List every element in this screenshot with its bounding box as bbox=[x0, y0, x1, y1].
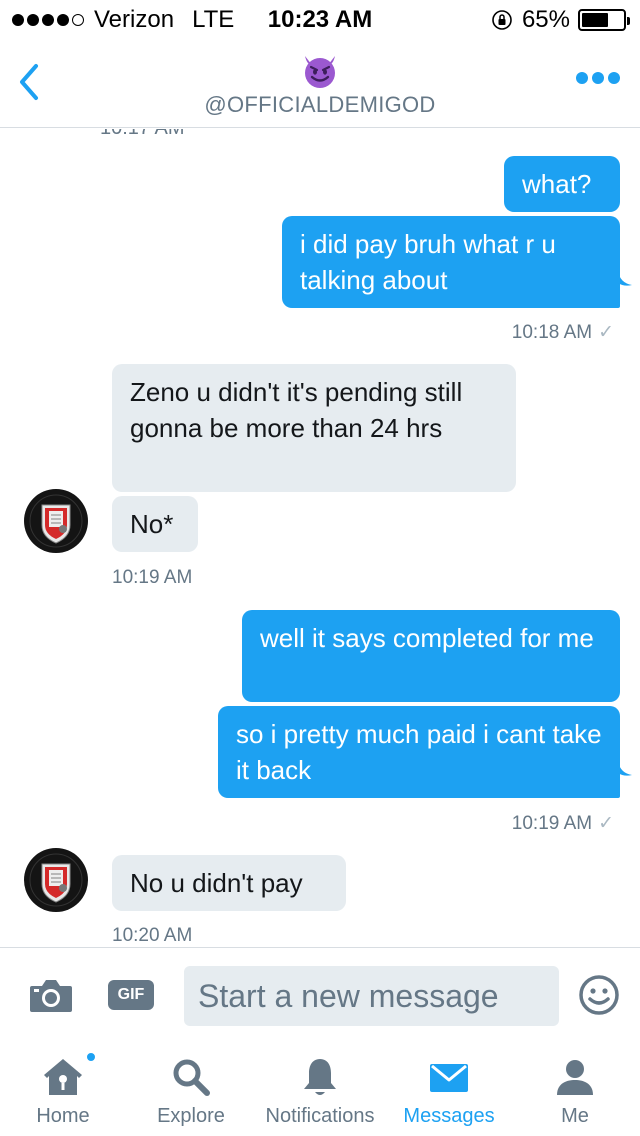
tab-label: Notifications bbox=[265, 1105, 375, 1127]
message-timestamp: 10:19 AM ✓ bbox=[511, 813, 614, 834]
tab-notifications[interactable]: Notifications bbox=[255, 1041, 385, 1136]
incoming-message[interactable]: No* bbox=[112, 496, 198, 552]
conversation-handle: @OFFICIALDEMIGOD bbox=[204, 92, 436, 117]
shield-logo-icon bbox=[25, 490, 87, 552]
more-options-icon[interactable] bbox=[576, 72, 620, 84]
tab-home[interactable]: Home bbox=[13, 1041, 113, 1136]
smiling-devil-icon bbox=[305, 56, 335, 88]
battery-percent: 65% bbox=[521, 6, 570, 33]
tab-label: Explore bbox=[157, 1105, 225, 1127]
bubble-tail bbox=[618, 761, 632, 776]
message-thread[interactable]: 10:17 AM what? i did pay bruh what r u t… bbox=[0, 129, 640, 947]
bottom-tab-bar: Home Explore Notifications Messages Me bbox=[0, 1041, 640, 1136]
incoming-message[interactable]: Zeno u didn't it's pending still gonna b… bbox=[112, 364, 516, 492]
tab-messages[interactable]: Messages bbox=[394, 1041, 504, 1136]
envelope-icon bbox=[430, 1064, 468, 1092]
tab-label: Messages bbox=[403, 1105, 495, 1127]
message-timestamp: 10:19 AM bbox=[112, 567, 193, 588]
search-icon bbox=[173, 1059, 210, 1096]
conversation-header: @OFFICIALDEMIGOD bbox=[0, 40, 640, 128]
tab-label: Me bbox=[561, 1105, 589, 1127]
sender-avatar[interactable] bbox=[24, 489, 88, 553]
camera-icon[interactable] bbox=[28, 976, 74, 1014]
emoji-icon[interactable] bbox=[578, 974, 620, 1016]
outgoing-message[interactable]: well it says completed for me bbox=[242, 610, 620, 702]
outgoing-message[interactable]: i did pay bruh what r u talking about bbox=[282, 216, 620, 308]
outgoing-message[interactable]: what? bbox=[504, 156, 620, 212]
bell-icon bbox=[304, 1059, 336, 1095]
status-right: 65% bbox=[490, 6, 630, 34]
new-message-input[interactable] bbox=[184, 966, 559, 1026]
message-timestamp: 10:20 AM bbox=[112, 925, 193, 946]
tab-explore[interactable]: Explore bbox=[141, 1041, 241, 1136]
outgoing-message[interactable]: so i pretty much paid i cant take it bac… bbox=[218, 706, 620, 798]
read-check-icon: ✓ bbox=[598, 322, 614, 343]
shield-logo-icon bbox=[25, 849, 87, 911]
conversation-title[interactable]: @OFFICIALDEMIGOD bbox=[0, 50, 640, 118]
tab-label: Home bbox=[36, 1105, 90, 1127]
status-bar: Verizon LTE 10:23 AM 65% bbox=[0, 0, 640, 40]
tab-me[interactable]: Me bbox=[525, 1041, 625, 1136]
cut-off-timestamp: 10:17 AM bbox=[100, 129, 185, 140]
person-icon bbox=[557, 1060, 593, 1095]
orientation-lock-icon bbox=[492, 10, 512, 30]
read-check-icon: ✓ bbox=[598, 813, 614, 834]
message-composer: GIF bbox=[0, 947, 640, 1041]
sender-avatar[interactable] bbox=[24, 848, 88, 912]
message-timestamp: 10:18 AM ✓ bbox=[511, 322, 614, 343]
incoming-message[interactable]: No u didn't pay bbox=[112, 855, 346, 911]
battery-fill bbox=[582, 13, 608, 27]
gif-button[interactable]: GIF bbox=[108, 980, 154, 1010]
home-notification-dot bbox=[85, 1051, 97, 1063]
battery-icon bbox=[578, 9, 630, 31]
home-icon bbox=[44, 1059, 82, 1095]
bubble-tail bbox=[618, 271, 632, 286]
